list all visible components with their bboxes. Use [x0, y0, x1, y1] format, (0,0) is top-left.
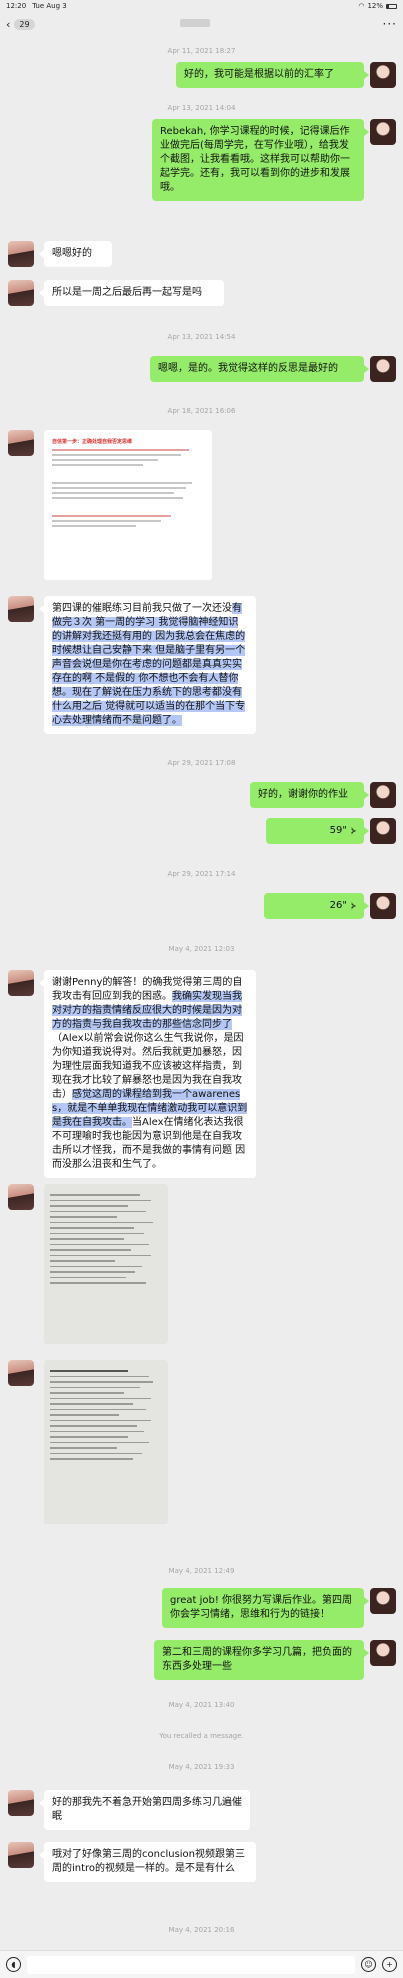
message-bubble-contact[interactable]: 第四课的催眠练习目前我只做了一次还没有做完３次 第一周的学习 我觉得脑神经知识的…	[39, 596, 256, 734]
avatar-contact[interactable]	[8, 430, 34, 456]
avatar-contact[interactable]	[8, 1842, 34, 1868]
avatar-me[interactable]	[370, 818, 396, 844]
timestamp: May 4, 2021 20:16	[168, 1926, 235, 1934]
timestamp: May 4, 2021 12:49	[168, 1567, 235, 1575]
message-bubble-me[interactable]: 好的，谢谢你的作业	[250, 782, 369, 808]
battery-icon	[386, 3, 397, 9]
avatar-contact[interactable]	[8, 1790, 34, 1816]
image-doc-title: 自信第一步：正确处理自我否定思维	[52, 439, 133, 445]
chat-title-redacted	[180, 19, 210, 27]
status-date: Tue Aug 3	[32, 2, 67, 10]
recall-notice: You recalled a message.	[159, 1732, 244, 1740]
voice-duration: 26"	[329, 900, 347, 911]
chevron-left-icon: ‹	[6, 17, 11, 31]
avatar-me[interactable]	[370, 62, 396, 88]
status-bar: 12:20 Tue Aug 3 ◠ 12%	[0, 0, 403, 12]
highlighted-text: 现在了解说在压力系统下的思考都没有什么用之后 觉得就可以适当的在那个当下专心去处…	[52, 687, 246, 726]
wifi-icon: ◠	[358, 2, 365, 10]
message-bubble-me[interactable]: 第二和三周的课程你多学习几篇，把负面的东西多处理一些	[154, 1640, 369, 1680]
avatar-me[interactable]	[370, 356, 396, 382]
voice-wave-icon: ⦔	[350, 826, 356, 836]
image-attachment[interactable]	[44, 1184, 168, 1344]
message-bubble-contact[interactable]: 好的那我先不着急开始第四周多练习几遍催眠	[39, 1790, 250, 1830]
plus-icon[interactable]: +	[382, 1957, 397, 1972]
highlighted-text: 有做完３次 第一周的学习 我觉得脑神经知识的讲解对我还挺有用的 因为我总会在焦虑…	[52, 603, 246, 698]
timestamp: Apr 11, 2021 18:27	[167, 47, 236, 55]
status-time: 12:20	[6, 2, 27, 10]
voice-message-button[interactable]: 26" ⦔	[264, 893, 369, 919]
emoji-icon[interactable]: ☺	[361, 1957, 376, 1972]
message-bubble-me[interactable]: great job! 你很努力写课后作业。第四周你会学习情绪，思维和行为的链接！	[162, 1588, 369, 1628]
avatar-me[interactable]	[370, 893, 396, 919]
message-bubble-contact[interactable]: 所以是一周之后最后再一起写是吗	[39, 280, 224, 306]
back-button[interactable]: ‹ 29	[6, 18, 35, 31]
battery-percent: 12%	[367, 2, 383, 10]
avatar-contact[interactable]	[8, 241, 34, 267]
avatar-contact[interactable]	[8, 1184, 34, 1210]
avatar-contact[interactable]	[8, 1360, 34, 1386]
voice-icon[interactable]: ◖	[6, 1957, 21, 1972]
unread-badge: 29	[14, 18, 35, 30]
chat-header: ‹ 29 ···	[0, 12, 403, 36]
avatar-me[interactable]	[370, 119, 396, 145]
message-input[interactable]	[27, 1955, 355, 1974]
timestamp: May 4, 2021 19:33	[168, 1763, 235, 1771]
voice-wave-icon: ⦔	[350, 901, 356, 911]
message-text: 第四课的催眠练习目前我只做了一次还没	[52, 603, 232, 614]
avatar-me[interactable]	[370, 1640, 396, 1666]
avatar-contact[interactable]	[8, 280, 34, 306]
more-options-button[interactable]: ···	[383, 17, 397, 31]
message-bubble-me[interactable]: 好的，我可能是根据以前的汇率了	[176, 62, 369, 88]
timestamp: May 4, 2021 13:40	[168, 1701, 235, 1709]
message-bubble-me[interactable]: 嗯嗯，是的。我觉得这样的反思是最好的	[150, 356, 369, 382]
input-bar: ◖ ☺ +	[0, 1950, 403, 1978]
image-attachment[interactable]: 自信第一步：正确处理自我否定思维	[44, 430, 212, 580]
voice-duration: 59"	[329, 825, 347, 836]
message-bubble-me[interactable]: Rebekah, 你学习课程的时候，记得课后作业做完后(每周学完，在写作业哦），…	[152, 119, 369, 201]
avatar-contact[interactable]	[8, 596, 34, 622]
voice-message-button[interactable]: 59" ⦔	[266, 818, 369, 844]
message-bubble-contact[interactable]: 嗯嗯好的	[39, 241, 112, 267]
avatar-me[interactable]	[370, 782, 396, 808]
message-bubble-contact[interactable]: 谢谢Penny的解答！的确我觉得第三周的自我攻击有回应到我的困惑。我确实发现当我…	[39, 970, 256, 1178]
avatar-me[interactable]	[370, 1588, 396, 1614]
timestamp: Apr 13, 2021 14:54	[167, 333, 236, 341]
image-attachment[interactable]	[44, 1360, 168, 1524]
message-bubble-contact[interactable]: 哦对了好像第三周的conclusion视频跟第三周的intro的视频是一样的。是…	[39, 1842, 256, 1882]
timestamp: May 4, 2021 12:03	[168, 945, 235, 953]
timestamp: Apr 29, 2021 17:08	[167, 759, 236, 767]
timestamp: Apr 29, 2021 17:14	[167, 870, 236, 878]
avatar-contact[interactable]	[8, 970, 34, 996]
timestamp: Apr 13, 2021 14:04	[167, 104, 236, 112]
timestamp: Apr 18, 2021 16:06	[167, 407, 236, 415]
